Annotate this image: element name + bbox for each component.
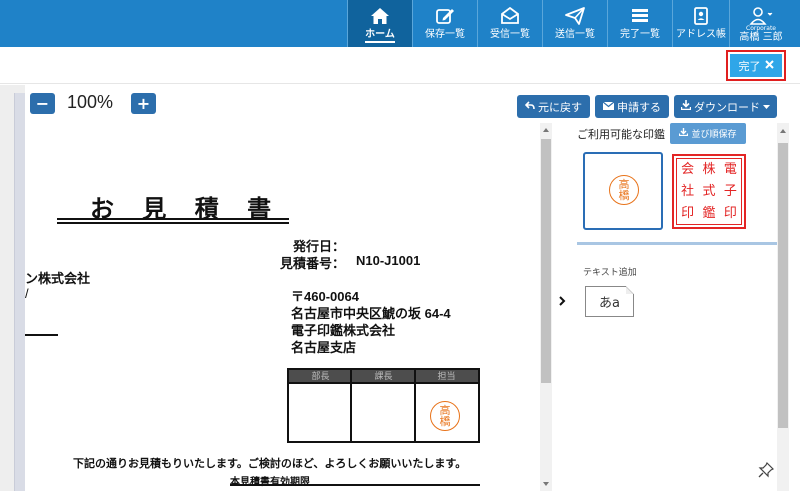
nav-address-book-label: アドレス帳	[676, 29, 726, 40]
nav-home[interactable]: ホーム	[347, 0, 412, 47]
download-button[interactable]: ダウンロード	[674, 95, 777, 118]
recipient-mark: /	[25, 286, 29, 301]
text-sample: あa	[599, 296, 620, 311]
scroll-thumb[interactable]	[778, 143, 788, 428]
inbox-icon	[500, 5, 520, 27]
title-underline	[57, 218, 289, 220]
nav-group: ホーム 保存一覧 受信一覧 送信一覧 完了一覧 アドレス帳 Corporate …	[347, 0, 792, 47]
approval-header-section-chief: 課長	[374, 371, 393, 381]
validity-label: 本見積書有効期限	[230, 477, 310, 488]
minus-icon: −	[35, 94, 50, 113]
nav-completed-label: 完了一覧	[620, 29, 660, 40]
approval-header-staff: 担当	[437, 371, 456, 381]
recipient-underline	[25, 334, 58, 336]
seal-char: 印	[723, 205, 737, 221]
seal-char: 鑑	[702, 205, 716, 221]
scroll-thumb[interactable]	[541, 139, 551, 383]
approval-header-manager: 部長	[311, 371, 330, 381]
quote-number: N10-J1001	[356, 253, 421, 268]
user-corp-label: Corporate	[746, 25, 776, 32]
scroll-up-icon[interactable]	[543, 128, 549, 132]
personal-stamp-option[interactable]: 高 橋	[583, 152, 663, 230]
seal-char: 社	[681, 183, 695, 199]
hanko-char-bottom: 橋	[439, 415, 451, 428]
zoom-in-button[interactable]: +	[131, 93, 156, 114]
action-bar: 完了	[0, 47, 800, 84]
zoom-level: 100%	[67, 92, 114, 112]
save-order-button[interactable]: 並び順保存	[670, 123, 746, 144]
column-divider	[350, 370, 352, 441]
home-icon	[370, 5, 390, 27]
seal-char: 会	[681, 162, 695, 178]
seal-char: 電	[723, 162, 737, 178]
chevron-right-icon[interactable]	[558, 295, 566, 310]
caret-down-icon	[763, 100, 770, 113]
zoom-out-button[interactable]: −	[30, 93, 55, 114]
edit-icon	[435, 5, 455, 27]
seal-char: 子	[723, 183, 737, 199]
nav-address-book[interactable]: アドレス帳	[672, 0, 729, 47]
top-navigation-bar: ホーム 保存一覧 受信一覧 送信一覧 完了一覧 アドレス帳 Corporate …	[0, 0, 800, 47]
nav-saved-label: 保存一覧	[425, 29, 465, 40]
panel-scrollbar[interactable]	[777, 123, 789, 491]
user-icon	[749, 5, 773, 27]
personal-stamp-mark: 高 橋	[609, 175, 639, 205]
notice-text: 下記の通りお見積もりいたします。ご検討のほど、よろしくお願いいたします。	[73, 458, 467, 470]
save-icon	[679, 128, 689, 139]
branch-name: 名古屋支店	[291, 340, 357, 355]
panel-divider	[577, 242, 777, 245]
panel-toggle-strip	[552, 123, 576, 491]
approval-header-row: 部長 課長 担当	[289, 370, 478, 384]
staff-hanko-stamp[interactable]: 高 橋	[430, 401, 460, 431]
document-viewer[interactable]: お 見 積 書 発行日： 見積番号： N10-J1001 ン株式会社 / 〒46…	[25, 123, 540, 491]
nav-inbox-label: 受信一覧	[490, 29, 530, 40]
send-icon	[565, 5, 585, 27]
nav-completed[interactable]: 完了一覧	[607, 0, 672, 47]
download-label: ダウンロード	[694, 100, 760, 114]
request-button[interactable]: 申請する	[595, 95, 669, 118]
scroll-down-icon[interactable]	[543, 482, 549, 486]
seal-char: 印	[681, 205, 695, 221]
available-stamps-title: ご利用可能な印鑑	[577, 128, 665, 141]
seal-char: 式	[702, 183, 716, 199]
approval-stamp-table: 部長 課長 担当 高 橋	[287, 368, 480, 443]
save-order-label: 並び順保存	[691, 130, 737, 140]
nav-sent[interactable]: 送信一覧	[542, 0, 607, 47]
user-name: 高橋 三郎	[739, 32, 783, 43]
left-sidebar-strip	[0, 85, 25, 491]
request-label: 申請する	[617, 100, 661, 114]
envelope-icon	[602, 100, 615, 113]
nav-home-label: ホーム	[365, 29, 395, 43]
stamp-char-bottom: 橋	[618, 189, 630, 202]
plus-icon: +	[136, 94, 151, 113]
text-add-title: テキスト追加	[583, 268, 637, 278]
recipient-name: ン株式会社	[25, 271, 91, 286]
nav-sent-label: 送信一覧	[555, 29, 595, 40]
scroll-up-icon[interactable]	[780, 129, 786, 133]
download-icon	[680, 100, 692, 113]
stamp-panel: ご利用可能な印鑑 並び順保存 高 橋 会 株 電 社 式 子 印 鑑 印 テキス…	[552, 123, 800, 491]
add-text-button[interactable]: あa	[585, 286, 634, 317]
nav-saved[interactable]: 保存一覧	[412, 0, 477, 47]
title-underline-2	[57, 222, 289, 224]
undo-icon	[524, 100, 535, 113]
pin-icon[interactable]	[758, 461, 775, 482]
done-label: 完了	[738, 59, 761, 73]
company-seal-option[interactable]: 会 株 電 社 式 子 印 鑑 印	[672, 154, 746, 229]
column-divider	[414, 370, 416, 441]
nav-inbox[interactable]: 受信一覧	[477, 0, 542, 47]
list-icon	[630, 5, 650, 27]
undo-button[interactable]: 元に戻す	[517, 95, 590, 118]
company-seal-mark: 会 株 電 社 式 子 印 鑑 印	[676, 158, 742, 225]
quote-number-label: 見積番号：	[280, 256, 346, 271]
user-menu[interactable]: Corporate 高橋 三郎	[729, 0, 792, 47]
page-thumbnail-strip	[14, 93, 25, 491]
undo-label: 元に戻す	[538, 100, 582, 114]
document-scrollbar[interactable]	[540, 123, 552, 491]
address-book-icon	[692, 5, 710, 27]
done-button-highlight: 完了	[726, 50, 786, 81]
close-icon	[764, 59, 774, 72]
done-button[interactable]: 完了	[730, 54, 782, 77]
seal-char: 株	[702, 162, 716, 178]
